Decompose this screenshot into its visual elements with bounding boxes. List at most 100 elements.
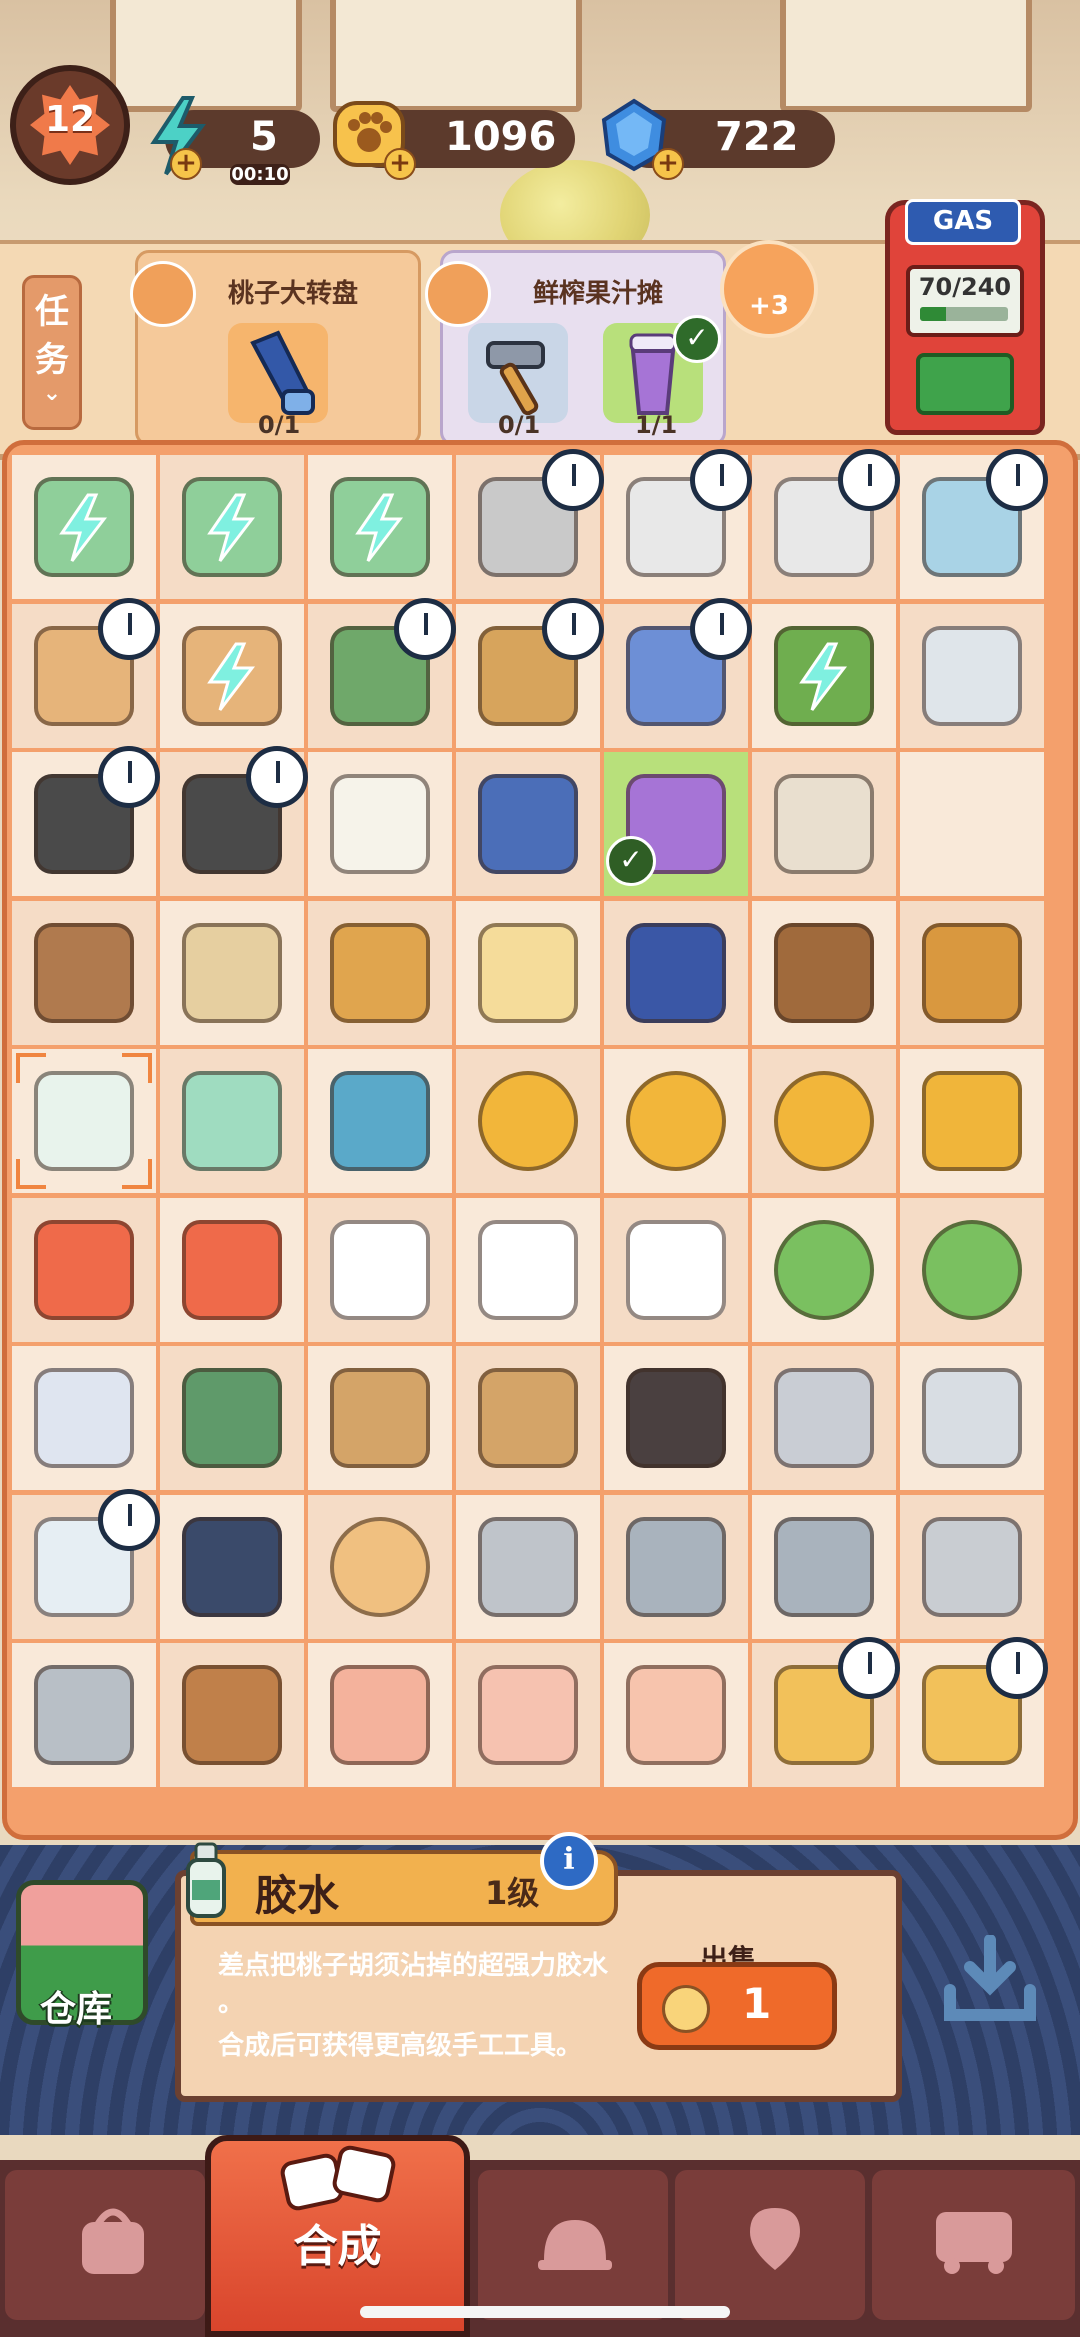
order-progress: 1/1 <box>635 411 678 439</box>
silver-ingot-icon <box>478 1516 578 1617</box>
board-cell[interactable] <box>604 1494 748 1639</box>
board-cell[interactable] <box>900 1494 1044 1639</box>
bonus-reward-button[interactable]: +3 <box>720 240 818 338</box>
board-cell[interactable] <box>456 1197 600 1342</box>
envelope-icon <box>478 1665 578 1765</box>
board-cell[interactable] <box>12 455 156 599</box>
board-cell[interactable] <box>308 1346 452 1490</box>
board-cell[interactable] <box>900 1637 1048 1787</box>
download-tray-icon[interactable] <box>940 1935 1040 2025</box>
board-cell[interactable] <box>456 449 604 599</box>
board-cell[interactable] <box>12 1643 156 1787</box>
board-cell[interactable] <box>900 1346 1044 1490</box>
info-button[interactable]: i <box>540 1832 598 1890</box>
add-coins-button[interactable]: + <box>384 148 416 180</box>
board-cell[interactable] <box>900 603 1044 748</box>
glue-bottle-icon <box>34 1071 134 1171</box>
board-cell[interactable] <box>160 900 304 1045</box>
board-cell[interactable] <box>752 603 896 748</box>
board-cell[interactable] <box>456 752 600 896</box>
board-cell[interactable] <box>604 449 752 599</box>
order-telescope-icon <box>130 261 196 327</box>
board-cell[interactable] <box>456 1049 600 1193</box>
board-cell[interactable] <box>752 1637 900 1787</box>
add-gems-button[interactable]: + <box>652 148 684 180</box>
chevron-down-icon: ⌄ <box>42 381 62 406</box>
board-cell[interactable] <box>604 1049 748 1193</box>
player-level-badge[interactable]: 12 <box>10 65 130 185</box>
board-cell[interactable] <box>12 1346 156 1490</box>
gas-pump[interactable]: GAS 70/240 <box>885 199 1045 435</box>
board-cell[interactable] <box>12 1488 160 1639</box>
board-cell[interactable] <box>752 1346 896 1490</box>
board-cell[interactable] <box>160 603 304 748</box>
board-cell[interactable] <box>604 1197 748 1342</box>
stopwatch-icon <box>98 746 160 808</box>
board-cell[interactable] <box>456 597 604 748</box>
coffee-bag-icon <box>774 774 874 874</box>
board-cell[interactable] <box>900 1049 1044 1193</box>
board-cell[interactable] <box>12 1197 156 1342</box>
board-cell[interactable] <box>752 900 896 1045</box>
sell-price: 1 <box>742 1979 772 2028</box>
board-cell[interactable] <box>308 1197 452 1342</box>
board-cell[interactable] <box>900 1197 1044 1342</box>
add-energy-button[interactable]: + <box>170 148 202 180</box>
board-cell[interactable] <box>12 900 156 1045</box>
board-cell[interactable] <box>752 1049 896 1193</box>
orange-star-icon <box>182 1219 282 1320</box>
board-cell[interactable] <box>160 455 304 599</box>
board-cell[interactable] <box>160 1346 304 1490</box>
calendar-icon <box>478 774 578 874</box>
order-card[interactable]: 桃子大转盘 0/1 <box>130 250 421 446</box>
tasks-tab[interactable]: 任务 ⌄ <box>22 275 82 430</box>
board-cell[interactable] <box>308 1049 452 1193</box>
board-cell[interactable] <box>900 752 1044 896</box>
board-cell[interactable] <box>456 1643 600 1787</box>
board-cell[interactable] <box>900 900 1044 1045</box>
board-cell[interactable] <box>456 900 600 1045</box>
green-sprout-icon <box>922 1219 1022 1320</box>
gas-label: GAS <box>905 199 1021 245</box>
board-cell[interactable] <box>604 1346 748 1490</box>
glass-cloth-icon <box>922 625 1022 726</box>
board-cell[interactable] <box>752 449 900 599</box>
board-cell[interactable] <box>308 1643 452 1787</box>
gem-value: 722 <box>715 114 799 160</box>
board-cell[interactable] <box>308 752 452 896</box>
board-cell[interactable] <box>900 449 1048 599</box>
board-cell[interactable] <box>308 455 452 599</box>
board-cell[interactable] <box>752 1197 896 1342</box>
pink-paper-icon <box>330 1665 430 1765</box>
order-progress: 0/1 <box>258 411 301 439</box>
lightning-charge-icon <box>59 493 108 562</box>
board-cell[interactable] <box>12 1049 156 1193</box>
order-card[interactable]: 鲜榨果汁摊 ✓ 0/1 1/1 <box>425 250 726 446</box>
board-cell[interactable] <box>752 1494 896 1639</box>
sell-button[interactable]: 1 <box>637 1962 837 2050</box>
item-description: 差点把桃子胡须沾掉的超强力胶水 <box>218 1951 609 1981</box>
storage-button[interactable]: 仓库 <box>6 1870 148 2040</box>
board-cell[interactable] <box>456 1494 600 1639</box>
board-cell[interactable] <box>604 900 748 1045</box>
board-cell[interactable] <box>160 1197 304 1342</box>
kunai-icon <box>774 1516 874 1617</box>
board-cell[interactable] <box>456 1346 600 1490</box>
board-cell[interactable] <box>160 1049 304 1193</box>
chef-hat-small-icon <box>330 1219 430 1320</box>
board-cell[interactable] <box>308 900 452 1045</box>
stopwatch-icon <box>542 449 604 511</box>
board-cell[interactable] <box>604 597 752 748</box>
wood-shelf-icon <box>626 1368 726 1468</box>
board-cell[interactable] <box>752 752 896 896</box>
board-cell[interactable] <box>308 597 456 748</box>
board-cell[interactable] <box>12 597 160 748</box>
board-cell[interactable] <box>160 1643 304 1787</box>
board-cell[interactable] <box>308 1494 452 1639</box>
board-cell[interactable] <box>160 746 308 896</box>
board-cell[interactable] <box>604 1643 748 1787</box>
board-cell[interactable] <box>12 746 160 896</box>
board-cell[interactable] <box>160 1494 304 1639</box>
small-kunai-icon <box>626 1516 726 1617</box>
board-cell[interactable]: ✓ <box>604 752 748 896</box>
